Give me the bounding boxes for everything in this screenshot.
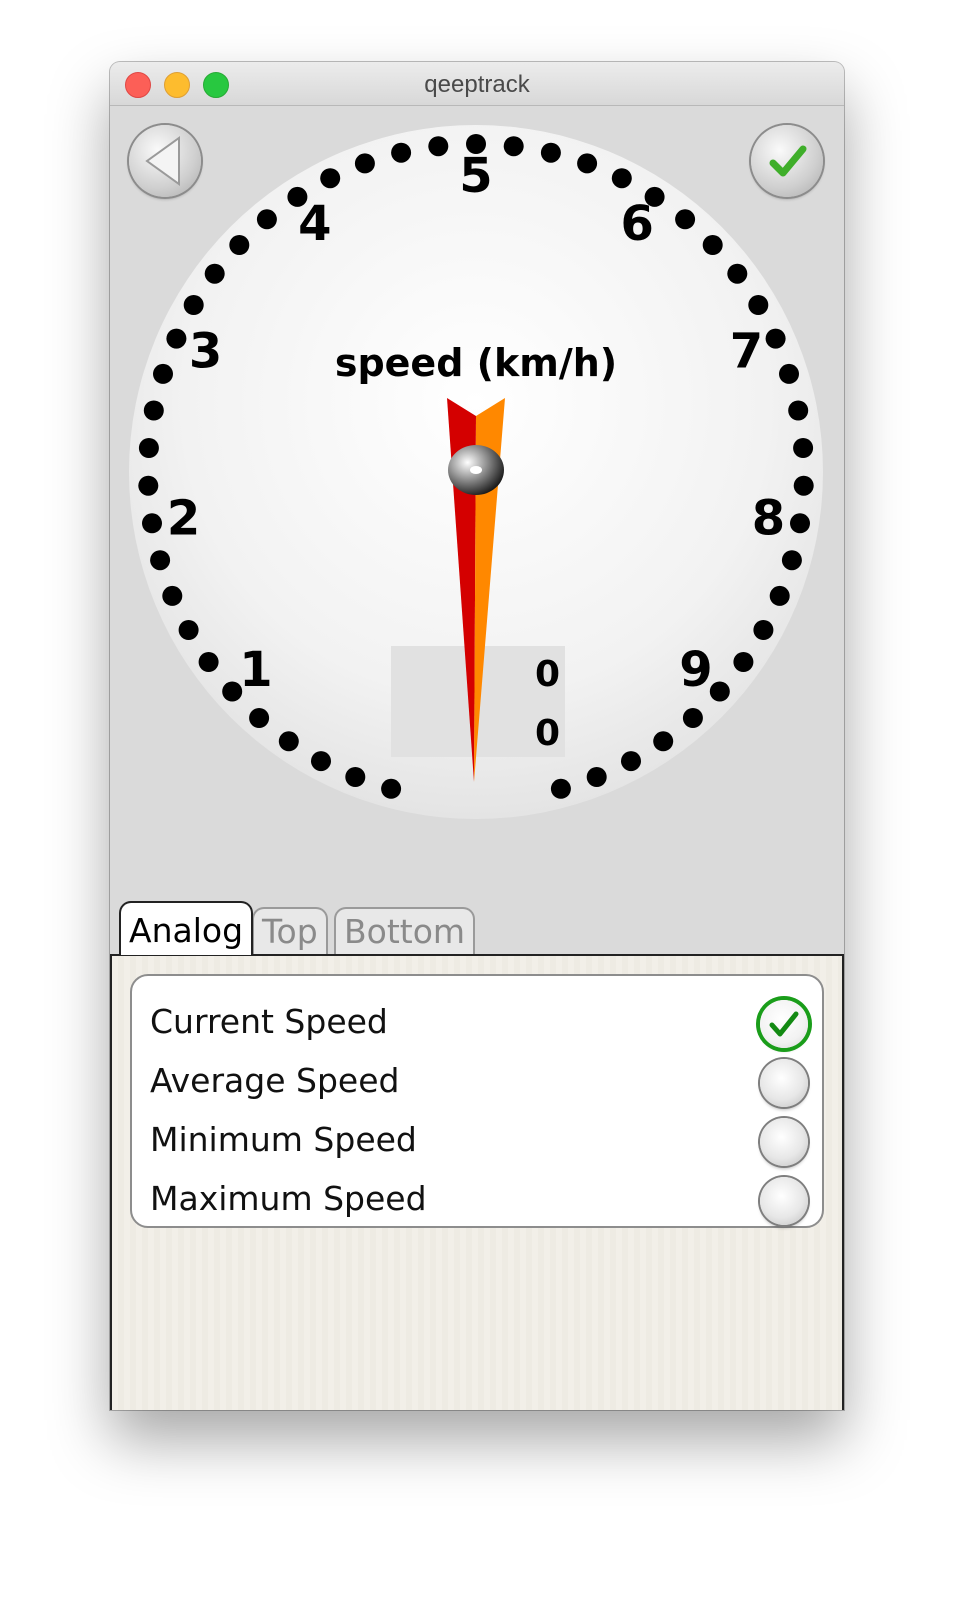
gauge-tick-dot [753,620,774,640]
speed-options-group: Current Speed Average Speed Minimum Spee… [130,974,824,1228]
back-button[interactable] [129,125,201,197]
gauge-tick-dot [178,620,199,640]
gauge-scale-label: 3 [189,324,222,380]
gauge-tick-dot [586,767,607,787]
readout-bottom-value: 0 [535,713,560,754]
gauge-tick-dot [793,475,814,496]
gauge-tick-dot [428,136,449,157]
tab-bottom[interactable]: Bottom [334,907,476,955]
gauge-scale-label: 1 [239,642,272,698]
gauge-tick-dot [354,153,375,174]
gauge-scale-label: 5 [459,148,492,204]
gauge-tick-dot [611,168,632,189]
gauge-tick-dot [682,708,703,728]
gauge-unit-label: speed (km/h) [335,341,617,385]
gauge-tick-dot [769,585,790,606]
gauge-tick-dot [138,475,159,496]
gauge-tick-dot [788,400,809,421]
gauge-tick-dot [781,550,802,571]
gauge-tick-dot [138,438,159,458]
needle-hub-center [470,466,482,474]
gauge-tick-dot [621,751,641,772]
gauge-tick-dot [143,400,164,421]
gauge-scale-label: 9 [679,642,712,698]
checkmark-icon [769,145,807,177]
option-label: Maximum Speed [150,1179,427,1218]
current-speed-radio[interactable] [760,1000,808,1048]
gauge-scale-label: 2 [167,490,200,546]
average-speed-radio[interactable] [760,1059,808,1107]
gauge-tick-dot [204,263,225,284]
checkmark-icon [769,1011,799,1037]
gauge-tick-dot [790,513,810,534]
gauge-scale-label: 7 [730,324,763,380]
gauge-tick-dot [779,363,799,384]
gauge-tick-dot [320,168,341,189]
gauge-tick-dot [166,328,187,349]
maximum-speed-radio[interactable] [760,1177,808,1225]
option-label: Minimum Speed [150,1120,417,1159]
back-triangle-icon [145,136,180,186]
gauge-tick-dot [150,550,171,571]
window-title: qeeptrack [424,71,530,98]
tab-panel-analog: Current Speed Average Speed Minimum Spee… [110,954,844,1410]
gauge-scale-label: 8 [752,490,785,546]
option-label: Current Speed [150,1002,388,1041]
gauge-tick-dot [748,295,769,315]
gauge-tick-dot [793,438,814,458]
gauge-tick-dot [162,585,183,606]
minimum-speed-radio[interactable] [760,1118,808,1166]
gauge-tick-dot [381,778,402,799]
gauge-tick-dot [311,751,331,772]
gauge-tick-dot [550,778,571,799]
gauge-tick-dot [733,652,754,672]
gauge-scale-label: 6 [620,196,653,252]
gauge-tick-dot [229,235,250,255]
main-content: 1 2 3 4 5 6 7 8 9 speed (km/h) 0 0 Analog Top Bo… [110,106,844,1410]
gauge-tick-dot [577,153,598,174]
gauge-tick-dot [503,136,524,157]
gauge-tick-dot [183,295,204,315]
gauge-scale-label: 4 [298,196,331,252]
gauge-tick-dot [391,142,412,163]
gauge-tick-dot [256,209,277,230]
readout-top-value: 0 [535,654,560,695]
app-window: qeeptrack 1 2 3 4 5 6 7 8 9 speed (km/h) 0 0 Ana… [110,62,844,1410]
option-maximum-speed[interactable]: Maximum Speed [150,1173,810,1229]
gauge-tick-dot [198,652,219,672]
gauge-tick-dot [765,328,786,349]
option-current-speed[interactable]: Current Speed [150,996,810,1052]
speed-gauge: 1 2 3 4 5 6 7 8 9 speed (km/h) 0 0 [129,125,823,819]
gauge-tick-dot [540,142,561,163]
title-bar: qeeptrack [110,62,844,106]
gauge-tick-dot [142,513,162,534]
gauge-tick-dot [153,363,173,384]
option-minimum-speed[interactable]: Minimum Speed [150,1114,810,1170]
option-label: Average Speed [150,1061,400,1100]
gauge-tick-dot [709,681,730,702]
confirm-button[interactable] [751,125,823,197]
gauge-tick-dot [675,209,696,230]
gauge-tick-dot [278,731,299,752]
tab-analog[interactable]: Analog [119,901,254,955]
option-average-speed[interactable]: Average Speed [150,1055,810,1111]
gauge-tick-dot [702,235,723,255]
gauge-tick-dot [249,708,270,728]
gauge-tick-dot [727,263,748,284]
gauge-tick-dot [345,767,366,787]
tab-top[interactable]: Top [252,907,328,955]
gauge-tick-dot [653,731,674,752]
